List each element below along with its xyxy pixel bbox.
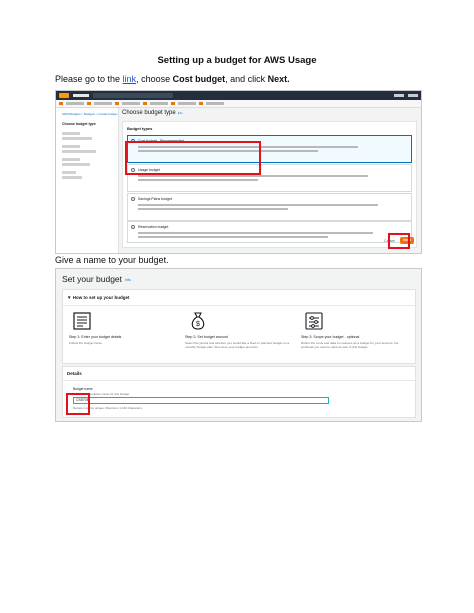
- bookmark-item[interactable]: [122, 102, 140, 105]
- sidebar-step: [62, 176, 82, 179]
- radio-selected-icon[interactable]: [131, 139, 135, 143]
- option-label: Reservation budget: [138, 225, 169, 229]
- howto-card: ▼ How to set up your budget Step 1: Ente…: [62, 289, 416, 364]
- aws-console-screenshot: AWS Budgets > Budgets > Create budget Ch…: [55, 90, 422, 254]
- step-name: Step 1: Enter your budget details: [69, 335, 122, 339]
- instruction-action: Next: [267, 74, 288, 84]
- instruction-choice: Cost budget: [172, 74, 226, 84]
- document-list-icon: [71, 310, 93, 332]
- divider: [63, 380, 415, 381]
- sidebar-step-selected[interactable]: Choose budget type: [62, 122, 96, 126]
- aws-top-nav: [56, 91, 421, 100]
- bookmark-icon: [115, 102, 119, 105]
- money-bag-icon: $: [187, 310, 209, 332]
- sidebar-step[interactable]: [62, 145, 80, 148]
- budget-name-constraint: Names must be unique. Maximum 1 100 char…: [73, 406, 143, 410]
- page-title-text: Set your budget: [62, 274, 123, 284]
- instruction-middle2: , and click: [225, 74, 268, 84]
- account-menu[interactable]: [394, 94, 404, 97]
- step-2: $ Step 2: Set budget amount Select the p…: [183, 310, 295, 350]
- heading-text: Choose budget type: [122, 110, 176, 116]
- bookmark-item[interactable]: [66, 102, 84, 105]
- option-savings-plans-budget[interactable]: Savings Plans budget: [127, 193, 412, 221]
- sidebar-step[interactable]: [62, 171, 76, 174]
- console-search-input[interactable]: [93, 93, 173, 98]
- set-budget-screenshot: Set your budget Info ▼ How to set up your…: [55, 268, 422, 422]
- sidebar-step[interactable]: [62, 158, 80, 161]
- section-title: Budget types: [127, 126, 153, 131]
- option-description-line: [138, 146, 358, 148]
- option-label: Savings Plans budget: [138, 197, 172, 201]
- option-cost-budget[interactable]: Cost budget - Recommended: [127, 135, 412, 163]
- wizard-sidebar: AWS Budgets > Budgets > Create budget Ch…: [56, 108, 119, 253]
- option-description-line: [138, 175, 368, 177]
- aws-logo-icon: [59, 93, 69, 98]
- budget-name-label: Budget name: [73, 387, 93, 391]
- instruction-middle1: , choose: [136, 74, 173, 84]
- option-description-line: [138, 236, 328, 238]
- bookmarks-bar: [56, 100, 421, 108]
- option-description-line: [138, 232, 373, 234]
- info-link[interactable]: Info: [125, 278, 131, 282]
- bookmark-icon: [171, 102, 175, 105]
- step-name: Step 3: Scope your budget - optional: [301, 335, 360, 339]
- step-description: Follow the budget name: [69, 341, 103, 345]
- services-menu[interactable]: [73, 94, 89, 97]
- bookmark-item[interactable]: [94, 102, 112, 105]
- radio-icon[interactable]: [131, 197, 135, 201]
- option-description-line: [138, 204, 378, 206]
- next-button[interactable]: Next: [400, 237, 414, 244]
- bookmark-item[interactable]: [178, 102, 196, 105]
- instruction-paragraph: Please go to the link, choose Cost budge…: [55, 74, 290, 84]
- option-description-line: [138, 208, 288, 210]
- region-menu[interactable]: [408, 94, 418, 97]
- option-description-line: [138, 179, 258, 181]
- sidebar-step[interactable]: [62, 132, 80, 135]
- option-label: Usage budget: [138, 168, 160, 172]
- bookmark-icon: [199, 102, 203, 105]
- step-description: Select the period and whether you would …: [185, 341, 290, 350]
- instruction-paragraph-2: Give a name to your budget.: [55, 255, 169, 265]
- breadcrumb[interactable]: AWS Budgets > Budgets > Create budget: [62, 112, 117, 116]
- step-name: Step 2: Set budget amount: [185, 335, 228, 339]
- instruction-suffix: .: [287, 74, 290, 84]
- divider: [63, 305, 415, 306]
- wizard-main: Choose budget type Info Budget types Cost…: [122, 110, 417, 249]
- details-card: Details Budget name Provide a descriptiv…: [62, 366, 416, 418]
- sidebar-step: [62, 137, 92, 140]
- budget-link[interactable]: link: [123, 74, 137, 84]
- step-3: Step 3: Scope your budget - optional Ref…: [299, 310, 411, 350]
- document-title: Setting up a budget for AWS Usage: [157, 55, 317, 66]
- option-label: Cost budget - Recommended: [138, 139, 184, 143]
- budget-name-input[interactable]: CS570E: [73, 397, 329, 404]
- bookmark-icon: [87, 102, 91, 105]
- details-heading: Details: [67, 371, 82, 376]
- sliders-icon: [303, 310, 325, 332]
- budget-types-panel: Budget types Cost budget - Recommended U…: [122, 121, 417, 248]
- howto-expander[interactable]: ▼ How to set up your budget: [67, 295, 129, 300]
- sidebar-step: [62, 150, 96, 153]
- bookmark-item[interactable]: [206, 102, 224, 105]
- step-description: Refine the costs and data to measure as …: [301, 341, 399, 350]
- option-reservation-budget[interactable]: Reservation budget: [127, 221, 412, 243]
- bookmark-item[interactable]: [150, 102, 168, 105]
- page-heading: Choose budget type Info: [122, 110, 183, 116]
- budget-name-hint: Provide a descriptive name for this budg…: [73, 392, 130, 396]
- radio-icon[interactable]: [131, 168, 135, 172]
- cancel-button[interactable]: Cancel: [384, 239, 395, 243]
- page-title: Set your budget Info: [62, 274, 131, 284]
- bookmark-icon: [143, 102, 147, 105]
- option-description-line: [138, 150, 318, 152]
- step-1: Step 1: Enter your budget details Follow…: [67, 310, 179, 345]
- svg-text:$: $: [196, 321, 200, 328]
- instruction-prefix: Please go to the: [55, 74, 123, 84]
- bookmark-icon: [59, 102, 63, 105]
- sidebar-step: [62, 163, 90, 166]
- option-usage-budget[interactable]: Usage budget: [127, 164, 412, 192]
- info-link[interactable]: Info: [178, 111, 183, 115]
- radio-icon[interactable]: [131, 225, 135, 229]
